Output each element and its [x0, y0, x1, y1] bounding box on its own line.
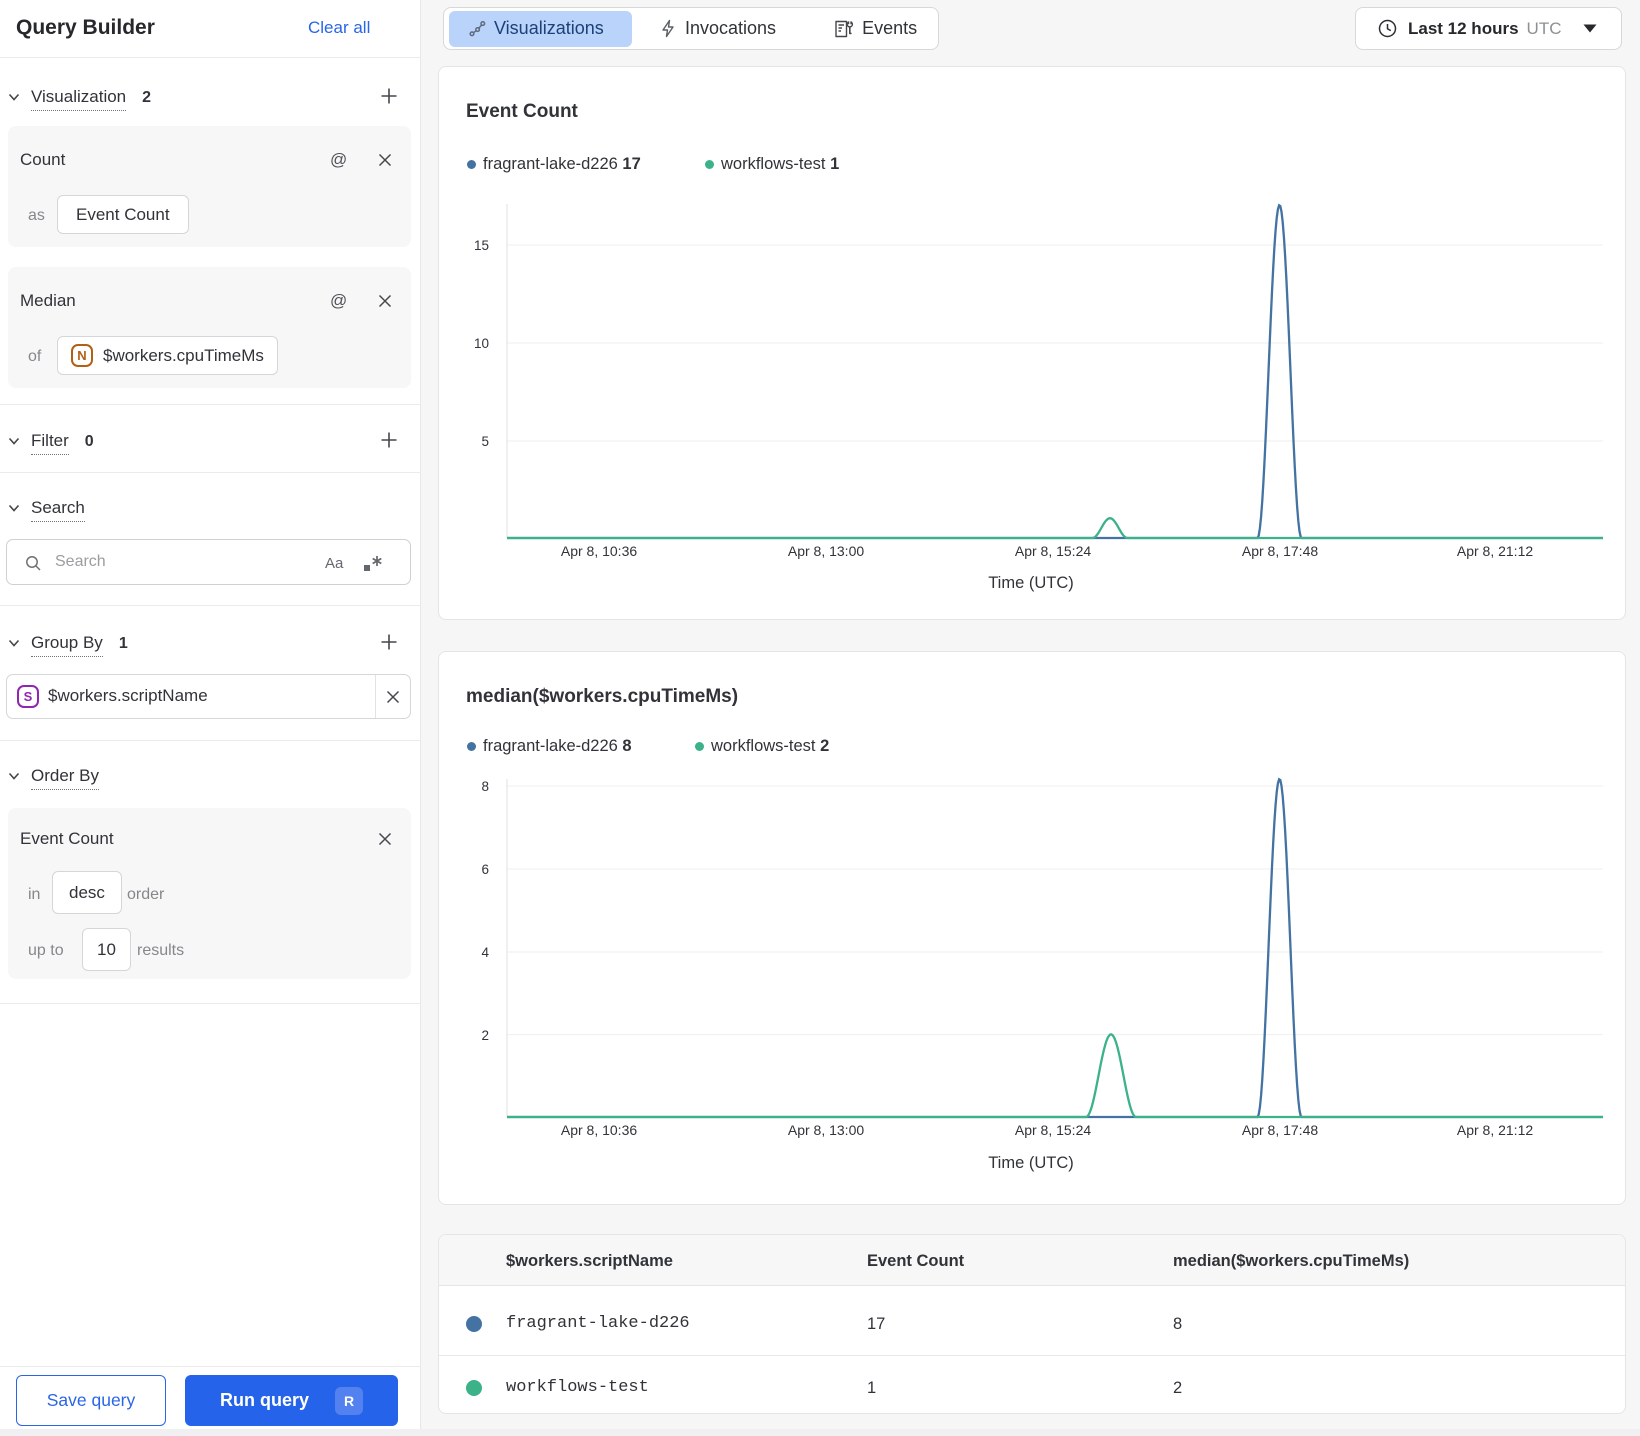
svg-text:Apr 8, 21:12: Apr 8, 21:12	[1457, 1122, 1533, 1138]
svg-text:5: 5	[481, 434, 489, 449]
svg-text:Apr 8, 15:24: Apr 8, 15:24	[1015, 543, 1091, 559]
svg-text:Apr 8, 13:00: Apr 8, 13:00	[788, 543, 864, 559]
svg-text:Time (UTC): Time (UTC)	[988, 574, 1074, 592]
svg-text:6: 6	[481, 862, 489, 877]
svg-text:10: 10	[474, 336, 489, 351]
svg-text:Apr 8, 17:48: Apr 8, 17:48	[1242, 543, 1318, 559]
svg-text:4: 4	[481, 945, 489, 960]
svg-text:8: 8	[481, 779, 489, 794]
svg-text:15: 15	[474, 238, 489, 253]
svg-text:Apr 8, 17:48: Apr 8, 17:48	[1242, 1122, 1318, 1138]
svg-text:Time (UTC): Time (UTC)	[988, 1154, 1074, 1172]
svg-text:Apr 8, 21:12: Apr 8, 21:12	[1457, 543, 1533, 559]
svg-text:Apr 8, 15:24: Apr 8, 15:24	[1015, 1122, 1091, 1138]
svg-text:Apr 8, 10:36: Apr 8, 10:36	[561, 543, 637, 559]
svg-text:Apr 8, 13:00: Apr 8, 13:00	[788, 1122, 864, 1138]
svg-text:Apr 8, 10:36: Apr 8, 10:36	[561, 1122, 637, 1138]
svg-text:2: 2	[481, 1028, 489, 1043]
